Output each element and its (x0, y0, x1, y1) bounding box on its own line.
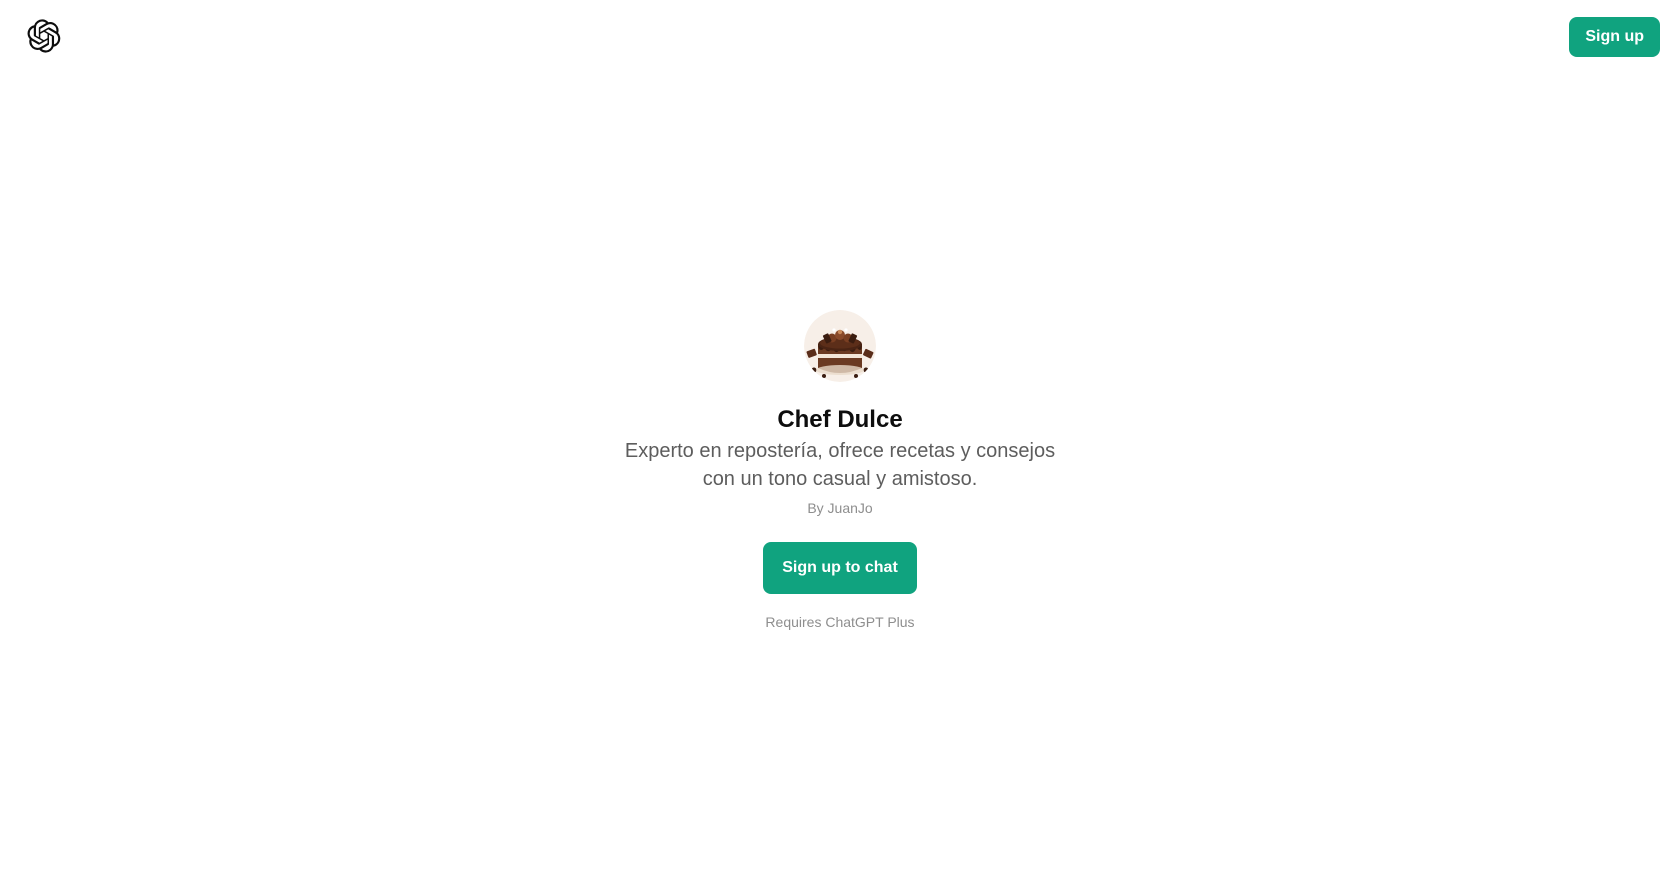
gpt-title: Chef Dulce (777, 406, 903, 433)
page: Sign up Chef Dulce Experto en repostería… (0, 0, 1680, 876)
top-bar: Sign up (0, 0, 1680, 72)
plan-requirement: Requires ChatGPT Plus (765, 614, 915, 630)
chocolate-cake-avatar (804, 310, 876, 382)
gpt-profile: Chef Dulce Experto en repostería, ofrece… (0, 310, 1680, 632)
signup-button[interactable]: Sign up (1569, 17, 1660, 57)
gpt-description: Experto en repostería, ofrece recetas y … (624, 440, 1056, 490)
gpt-author: By JuanJo (807, 500, 873, 516)
openai-logo-icon[interactable] (27, 19, 61, 53)
signup-to-chat-button[interactable]: Sign up to chat (763, 542, 917, 594)
